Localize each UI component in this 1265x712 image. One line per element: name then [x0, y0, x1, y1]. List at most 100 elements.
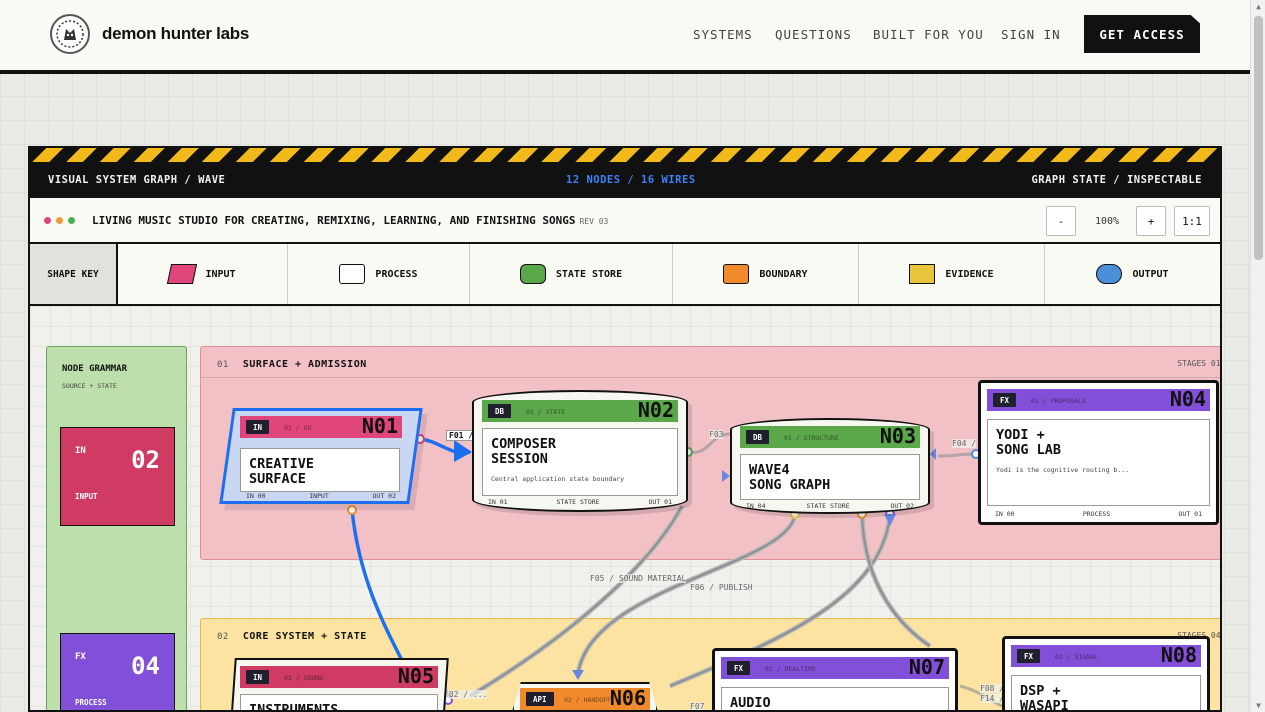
- graph-canvas[interactable]: NODE GRAMMAR SOURCE + STATE IN 02 INPUT …: [30, 306, 1220, 712]
- node-badge: FX: [993, 393, 1017, 407]
- scroll-down-arrow-icon[interactable]: ▼: [1254, 701, 1263, 710]
- node-header: DB 01 / STATE N02: [482, 398, 678, 422]
- key-state-store-label: STATE STORE: [555, 268, 623, 280]
- node-n02[interactable]: DB 01 / STATE N02 COMPOSER SESSION Centr…: [472, 390, 688, 512]
- node-n04[interactable]: FX 01 / PROPOSALS N04 YODI + SONG LAB Yo…: [978, 380, 1219, 525]
- node-in-port: IN 04: [746, 502, 766, 510]
- node-id: N01: [361, 414, 398, 438]
- scroll-up-arrow-icon[interactable]: ▲: [1254, 2, 1263, 11]
- system-graph-panel: VISUAL SYSTEM GRAPH / WAVE 12 NODES / 16…: [28, 146, 1222, 712]
- node-id: N05: [397, 664, 434, 688]
- node-subtitle: 02 / SIGNAL: [1055, 653, 1099, 661]
- zoom-reset-button[interactable]: 1:1: [1174, 206, 1210, 236]
- node-n07[interactable]: FX 02 / REALTIME N07 AUDIO WORKER: [712, 648, 958, 711]
- nav-link-systems[interactable]: SYSTEMS: [693, 27, 753, 42]
- node-out-port: OUT 02: [890, 502, 914, 510]
- node-kind: STATE STORE: [806, 502, 850, 510]
- nav-link-questions[interactable]: QUESTIONS: [775, 27, 852, 42]
- hazard-stripe: [30, 148, 1220, 162]
- nav-link-sign-in[interactable]: SIGN IN: [1001, 27, 1061, 42]
- node-id: N02: [637, 398, 674, 422]
- node-title: WAVE4 SONG GRAPH: [749, 462, 831, 493]
- node-title: INSTRUMENTS: [249, 702, 339, 712]
- key-process: PROCESS: [288, 244, 470, 304]
- graph-state: GRAPH STATE / INSPECTABLE: [1031, 174, 1202, 186]
- node-title: YODI + SONG LAB: [996, 427, 1062, 458]
- node-id: N04: [1169, 387, 1206, 411]
- node-footer: IN 01 STATE STORE OUT 01: [488, 498, 672, 506]
- node-body: INSTRUMENTS: [240, 694, 438, 712]
- wire-label-f07[interactable]: F07: [690, 702, 705, 710]
- node-subtitle: 01 / STRUCTURE: [784, 434, 839, 442]
- node-n08[interactable]: FX 02 / SIGNAL N08 DSP + WASAPI: [1002, 636, 1210, 712]
- node-header: IN 01 / UX N01: [240, 414, 402, 438]
- revision-label: REV 03: [579, 217, 609, 226]
- key-state-store: STATE STORE: [470, 244, 673, 304]
- node-title: AUDIO WORKER: [730, 695, 771, 711]
- key-evidence: EVIDENCE: [859, 244, 1045, 304]
- output-shape-icon: [1096, 264, 1123, 284]
- node-body: CREATIVE SURFACE: [240, 448, 400, 492]
- zoom-in-button[interactable]: +: [1136, 206, 1166, 236]
- node-id: N03: [879, 424, 916, 448]
- node-id: N08: [1160, 643, 1197, 667]
- node-body: COMPOSER SESSION Central application sta…: [482, 428, 678, 496]
- brand[interactable]: demon hunter labs: [50, 14, 249, 54]
- zoom-out-button[interactable]: -: [1046, 206, 1076, 236]
- node-subtitle: 02 / SOUND: [284, 674, 324, 682]
- node-n05[interactable]: IN 02 / SOUND N05 INSTRUMENTS: [229, 658, 449, 712]
- node-title: COMPOSER SESSION: [491, 436, 557, 467]
- node-header: FX 01 / PROPOSALS N04: [987, 387, 1210, 411]
- node-n03[interactable]: DB 01 / STRUCTURE N03 WAVE4 SONG GRAPH I…: [730, 418, 930, 514]
- node-n06[interactable]: API 02 / HANDOFF N06: [512, 682, 658, 710]
- node-description: Yodi is the cognitive routing b...: [996, 466, 1130, 474]
- wire-label-f05[interactable]: F05 / SOUND MATERIAL: [590, 574, 687, 583]
- node-subtitle: 01 / PROPOSALS: [1031, 397, 1086, 405]
- state-store-shape-icon: [519, 264, 546, 284]
- shape-key-bar: SHAPE KEY INPUT PROCESS STATE STORE BOUN…: [30, 244, 1220, 306]
- get-access-button[interactable]: GET ACCESS: [1084, 15, 1200, 53]
- node-header: DB 01 / STRUCTURE N03: [740, 424, 920, 448]
- node-kind: PROCESS: [1082, 510, 1111, 518]
- node-header: API 02 / HANDOFF N06: [520, 686, 650, 710]
- node-n01[interactable]: IN 01 / UX N01 CREATIVE SURFACE IN 00 IN…: [219, 408, 423, 504]
- node-in-port: IN 01: [488, 498, 508, 506]
- node-kind: STATE STORE: [556, 498, 600, 506]
- node-subtitle: 02 / REALTIME: [765, 665, 816, 673]
- node-subtitle: 02 / HANDOFF: [564, 696, 611, 704]
- node-badge: DB: [488, 404, 512, 418]
- window-dots: [44, 217, 75, 224]
- node-footer: IN 00 PROCESS OUT 01: [995, 510, 1202, 518]
- window-dot-green: [68, 217, 75, 224]
- node-title: CREATIVE SURFACE: [249, 456, 315, 487]
- studio-title-text: LIVING MUSIC STUDIO FOR CREATING, REMIXI…: [92, 214, 576, 227]
- key-output: OUTPUT: [1045, 244, 1220, 304]
- studio-title: LIVING MUSIC STUDIO FOR CREATING, REMIXI…: [92, 214, 608, 227]
- node-badge: FX: [1017, 649, 1041, 663]
- key-input: INPUT: [118, 244, 288, 304]
- key-input-label: INPUT: [205, 268, 236, 280]
- top-nav: demon hunter labs SYSTEMS QUESTIONS BUIL…: [0, 0, 1250, 74]
- wire-label-f14[interactable]: F14 /: [980, 694, 1005, 703]
- demon-logo-icon: [50, 14, 90, 54]
- wire-label-f03[interactable]: F03: [709, 430, 724, 439]
- node-header: IN 02 / SOUND N05: [240, 664, 438, 688]
- wire-label-f06[interactable]: F06 / PUBLISH: [690, 583, 753, 592]
- window-dot-orange: [56, 217, 63, 224]
- node-title: DSP + WASAPI: [1020, 683, 1069, 712]
- panel-titlebar: VISUAL SYSTEM GRAPH / WAVE 12 NODES / 16…: [30, 162, 1220, 198]
- wire-label-f02[interactable]: F02 / ...: [444, 690, 488, 699]
- wire-label-f04[interactable]: F04 /: [952, 439, 977, 448]
- scroll-thumb[interactable]: [1254, 16, 1263, 260]
- page-scrollbar[interactable]: ▲ ▼: [1250, 0, 1265, 712]
- input-shape-icon: [167, 264, 198, 284]
- nav-link-built-for-you[interactable]: BUILT FOR YOU: [873, 27, 984, 42]
- process-shape-icon: [339, 264, 366, 284]
- node-id: N07: [908, 655, 945, 679]
- node-out-port: OUT 01: [648, 498, 672, 506]
- wire-label-f08[interactable]: F08 /: [980, 684, 1005, 693]
- evidence-shape-icon: [909, 264, 936, 284]
- shape-key-label: SHAPE KEY: [30, 244, 118, 304]
- node-kind: INPUT: [309, 492, 329, 500]
- node-subtitle: 01 / UX: [284, 424, 312, 432]
